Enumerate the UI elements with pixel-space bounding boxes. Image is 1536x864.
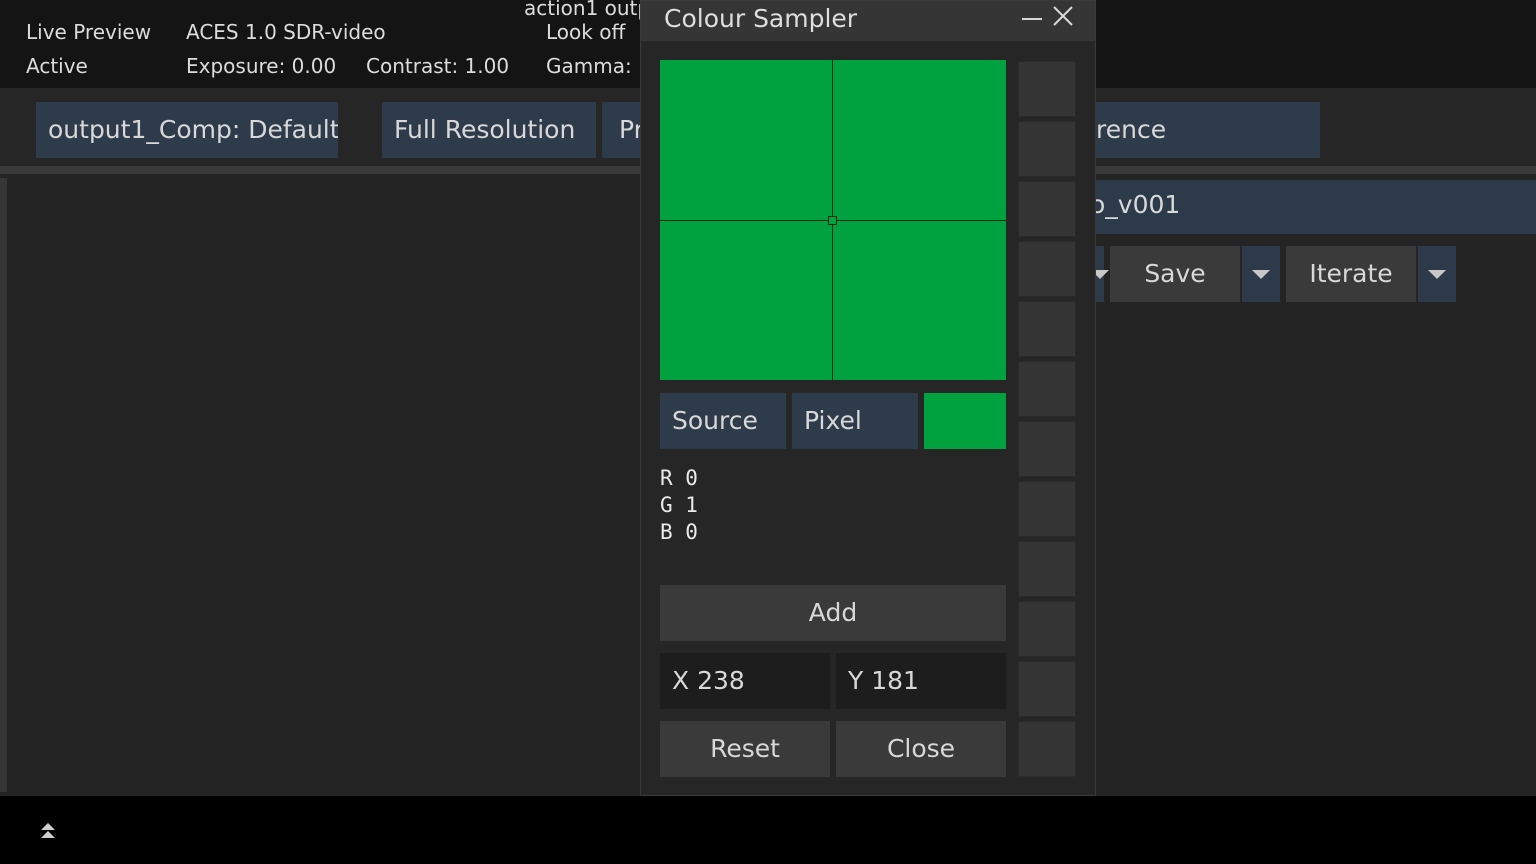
sampled-colour-swatch: [924, 393, 1006, 449]
bottom-bar: [0, 796, 1536, 864]
swatch-slot[interactable]: [1018, 481, 1076, 537]
viewer-edge: [0, 178, 7, 792]
save-dropdown-arrow-icon[interactable]: [1242, 246, 1280, 302]
green-value: G 1: [660, 493, 698, 517]
iterate-button[interactable]: Iterate: [1286, 246, 1416, 302]
resolution-button[interactable]: Full Resolution: [382, 102, 596, 158]
swatch-slot[interactable]: [1018, 121, 1076, 177]
pixel-button[interactable]: Pixel: [792, 393, 918, 449]
swatch-slot[interactable]: [1018, 361, 1076, 417]
close-button[interactable]: Close: [836, 721, 1006, 777]
previous-dropdown-edge[interactable]: [1091, 246, 1109, 302]
swatch-slot[interactable]: [1018, 661, 1076, 717]
colour-sampler-dialog: Colour Sampler Source Pixel R 0 G 1 B 0 …: [640, 0, 1096, 796]
x-coordinate-field[interactable]: X 238: [660, 653, 830, 709]
swatch-slot[interactable]: [1018, 541, 1076, 597]
sample-preview[interactable]: [660, 60, 1006, 380]
output-selector-button[interactable]: output1_Comp: Default: [36, 102, 338, 158]
look-status: Look off: [546, 20, 626, 44]
crosshair-icon: [660, 60, 1006, 380]
swatch-slot[interactable]: [1018, 721, 1076, 777]
active-status: Active: [26, 54, 88, 78]
dialog-title-bar[interactable]: Colour Sampler: [641, 1, 1095, 41]
swatch-slot[interactable]: [1018, 181, 1076, 237]
exposure-readout: Exposure: 0.00: [186, 54, 337, 78]
swatch-slot[interactable]: [1018, 301, 1076, 357]
reference-button[interactable]: rence: [1096, 102, 1320, 158]
save-button[interactable]: Save: [1110, 246, 1240, 302]
node-title: action1 outp: [524, 0, 651, 20]
colour-space-label: ACES 1.0 SDR-video: [186, 20, 386, 44]
close-icon[interactable]: [1051, 4, 1075, 28]
red-value: R 0: [660, 466, 698, 490]
gamma-readout: Gamma: 1: [546, 54, 651, 78]
reset-button[interactable]: Reset: [660, 721, 830, 777]
y-coordinate-field[interactable]: Y 181: [836, 653, 1006, 709]
swatch-slot[interactable]: [1018, 421, 1076, 477]
live-preview-label: Live Preview: [26, 20, 152, 44]
swatch-slot[interactable]: [1018, 61, 1076, 117]
expand-up-icon[interactable]: [38, 822, 58, 842]
file-name-field[interactable]: o_v001: [1080, 180, 1536, 234]
minimize-icon[interactable]: [1020, 6, 1044, 30]
file-name: o_v001: [1090, 190, 1181, 219]
iterate-dropdown-arrow-icon[interactable]: [1418, 246, 1456, 302]
source-button[interactable]: Source: [660, 393, 786, 449]
blue-value: B 0: [660, 520, 698, 544]
swatch-slot[interactable]: [1018, 241, 1076, 297]
dialog-title: Colour Sampler: [664, 4, 858, 33]
swatch-slot[interactable]: [1018, 601, 1076, 657]
contrast-readout: Contrast: 1.00: [366, 54, 510, 78]
add-button[interactable]: Add: [660, 585, 1006, 641]
